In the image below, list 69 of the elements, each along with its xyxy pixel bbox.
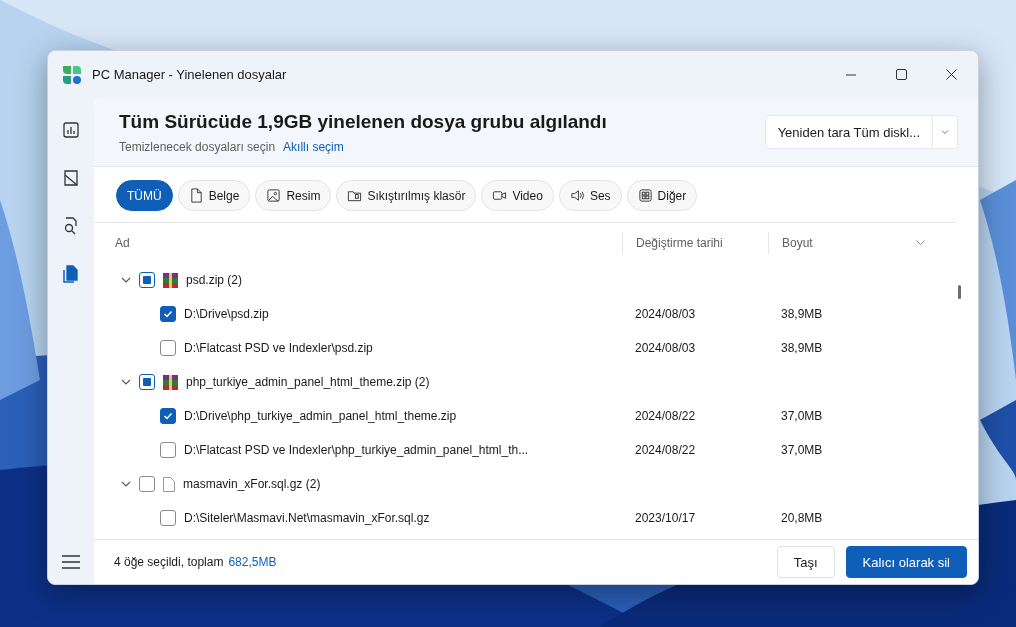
file-path: D:\Flatcast PSD ve Indexler\psd.zip: [184, 341, 373, 355]
close-icon: [945, 69, 957, 80]
column-header[interactable]: Ad: [115, 232, 622, 254]
files-icon[interactable]: [61, 264, 81, 284]
document-icon: [188, 188, 204, 203]
size-cell-text: 20,8MB: [780, 511, 824, 525]
file-path: D:\Drive\psd.zip: [184, 307, 269, 321]
window-title: PC Manager - Yinelenen dosyalar: [92, 67, 288, 82]
menu-icon[interactable]: [62, 554, 80, 569]
filter-chip[interactable]: Belge: [177, 180, 251, 211]
checkmark-icon: [163, 411, 173, 421]
size-cell-text: 37,0MB: [780, 443, 824, 457]
chart-icon[interactable]: [61, 120, 81, 140]
rescan-split-button[interactable]: Yeniden tara Tüm diskl...: [764, 115, 958, 149]
delete-button[interactable]: Kalıcı olarak sil: [845, 546, 967, 578]
filter-chip[interactable]: TÜMÜ: [116, 180, 173, 211]
checkbox[interactable]: [160, 340, 176, 356]
date-cell-text: 2023/10/17: [634, 511, 697, 525]
filter-chip[interactable]: Resim: [255, 180, 332, 211]
file-path: D:\Flatcast PSD ve Indexler\php_turkiye_admin_panel_html_th...: [184, 443, 529, 457]
date-cell-text: 2024/08/22: [634, 443, 697, 457]
date-cell-text: 2024/08/03: [634, 341, 697, 355]
archive-icon: [163, 374, 178, 390]
size-cell-text: 37,0MB: [780, 409, 824, 423]
date-cell-text: 2024/08/22: [634, 409, 697, 423]
checkbox[interactable]: [160, 306, 176, 322]
maximize-icon: [895, 69, 907, 80]
page-title: Tüm Sürücüde 1,9GB yinelenen dosya grubu algılandı: [119, 110, 608, 133]
chevron-icon[interactable]: [121, 275, 131, 285]
move-button[interactable]: Taşı: [776, 546, 835, 578]
status-total: 682,5MB: [228, 555, 278, 569]
image-icon: [266, 188, 282, 203]
chevron-icon[interactable]: [121, 377, 131, 387]
speaker-icon: [569, 188, 585, 203]
date-cell-text: 2024/08/03: [634, 307, 697, 321]
document-icon[interactable]: [61, 168, 81, 188]
smart-select-link[interactable]: Akıllı seçim: [283, 139, 344, 154]
checkbox[interactable]: [139, 374, 155, 390]
column-header[interactable]: Boyut: [768, 232, 916, 254]
filter-chip[interactable]: Sıkıştırılmış klasör: [336, 180, 477, 211]
sort-chevron-icon[interactable]: [916, 240, 925, 246]
file-path: D:\Siteler\Masmavi.Net\masmavin_xFor.sql.gz: [184, 511, 430, 525]
checkbox[interactable]: [160, 510, 176, 526]
checkmark-icon: [163, 309, 173, 319]
rescan-button[interactable]: Yeniden tara Tüm diskl...: [765, 116, 933, 148]
file-path: D:\Drive\php_turkiye_admin_panel_html_theme.zip: [184, 409, 457, 423]
checkbox[interactable]: [139, 476, 155, 492]
chevron-icon[interactable]: [121, 479, 131, 489]
group-name: psd.zip (2): [186, 273, 243, 287]
filter-chip[interactable]: Video: [481, 180, 554, 211]
column-header[interactable]: Değiştirme tarihi: [622, 232, 768, 254]
size-cell-text: 38,9MB: [780, 307, 824, 321]
group-name: masmavin_xFor.sql.gz (2): [183, 477, 321, 491]
status-text: 4 öğe seçildi, toplam: [114, 555, 224, 569]
filter-chip[interactable]: Ses: [558, 180, 622, 211]
app-logo-icon: [62, 64, 82, 85]
size-cell-text: 38,9MB: [780, 341, 824, 355]
group-name: php_turkiye_admin_panel_html_theme.zip (2): [186, 375, 430, 389]
subtitle: Temizlenecek dosyaları seçin: [119, 139, 276, 154]
folder-icon: [347, 188, 363, 203]
checkbox[interactable]: [160, 408, 176, 424]
filter-chip[interactable]: Diğer: [626, 180, 698, 211]
file-icon: [163, 476, 175, 492]
checkbox[interactable]: [139, 272, 155, 288]
archive-icon: [163, 272, 178, 288]
video-icon: [492, 188, 508, 203]
grid-icon: [637, 188, 653, 203]
scrollbar-thumb[interactable]: [958, 285, 961, 299]
checkbox[interactable]: [160, 442, 176, 458]
